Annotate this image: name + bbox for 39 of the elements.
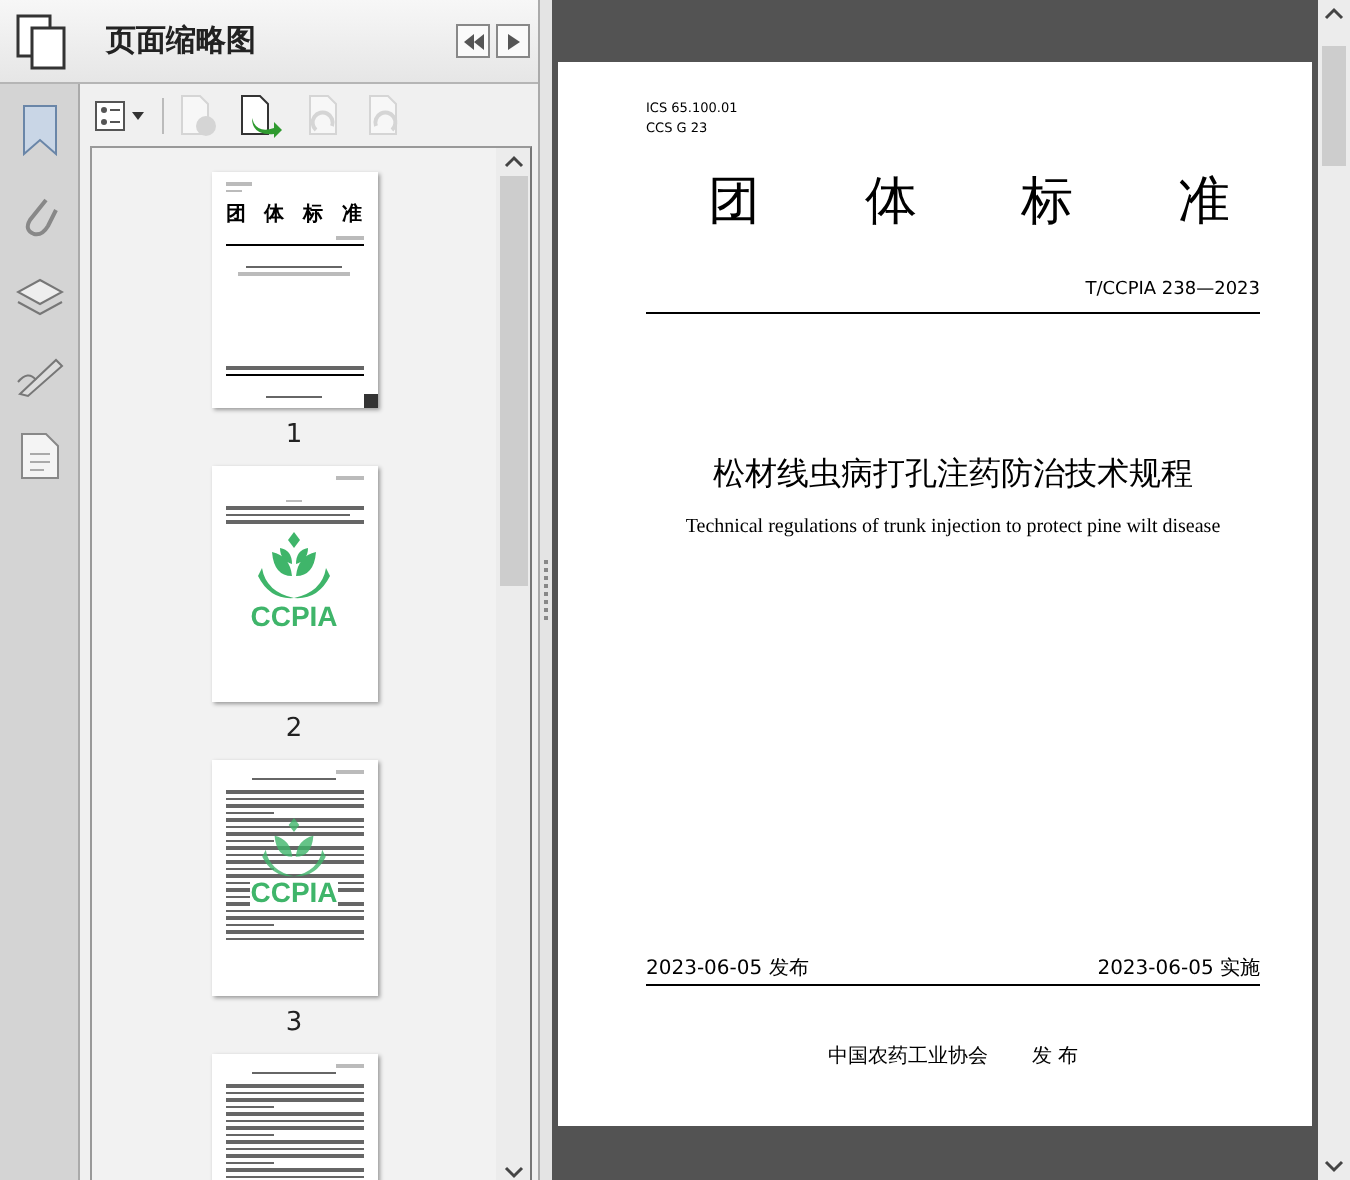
scroll-down-icon[interactable] bbox=[1324, 1158, 1344, 1174]
document-title: 松材线虫病打孔注药防治技术规程 bbox=[711, 454, 1195, 496]
page-number: 2 bbox=[285, 714, 303, 744]
document-icon[interactable] bbox=[19, 432, 59, 480]
scrollbar-thumb[interactable] bbox=[1322, 46, 1346, 166]
page-number: 3 bbox=[285, 1008, 303, 1038]
signature-icon[interactable] bbox=[15, 354, 63, 398]
scrollbar[interactable] bbox=[1318, 0, 1350, 1180]
effective-date: 2023-06-05 实施 bbox=[1097, 955, 1260, 982]
insert-button[interactable] bbox=[236, 89, 288, 141]
document-subtitle: Technical regulations of trunk injection to protect pine wilt disease bbox=[683, 516, 1223, 538]
publish-date: 2023-06-05 发布 bbox=[646, 956, 809, 982]
scroll-up-icon[interactable] bbox=[1324, 6, 1344, 22]
watermark-text: CCPIA bbox=[250, 878, 338, 908]
double-left-arrow-icon bbox=[463, 33, 484, 49]
panel-title: 页面缩略图 bbox=[106, 22, 256, 60]
publish-label: 发 布 bbox=[1031, 1044, 1079, 1070]
pages-icon[interactable] bbox=[16, 13, 68, 69]
scroll-down-icon[interactable] bbox=[503, 1164, 524, 1180]
right-arrow-icon bbox=[507, 33, 520, 49]
page-thumbnail[interactable]: CCPIA bbox=[211, 466, 377, 702]
expand-button[interactable] bbox=[496, 24, 531, 58]
splitter-handle[interactable] bbox=[538, 0, 552, 1180]
wheat-leaf-icon bbox=[254, 531, 334, 599]
collapse-button[interactable] bbox=[456, 24, 491, 58]
scrollbar-thumb[interactable] bbox=[499, 176, 528, 586]
page-thumbnail[interactable]: 团 体 标 准 bbox=[211, 172, 377, 408]
scroll-up-icon[interactable] bbox=[503, 154, 524, 170]
document-heading: 团 体 标 准 bbox=[706, 170, 1232, 236]
thumbnail-heading: 团 体 标 准 bbox=[225, 201, 363, 228]
page-thumbnail[interactable]: CCPIA bbox=[211, 760, 377, 996]
logo-text: CCPIA bbox=[250, 599, 338, 631]
resize-handle[interactable] bbox=[363, 394, 377, 408]
standard-number: T/CCPIA 238—2023 bbox=[1083, 280, 1260, 300]
bookmark-icon[interactable] bbox=[19, 104, 59, 156]
page-number: 1 bbox=[285, 420, 303, 450]
publisher-name: 中国农药工业协会 bbox=[827, 1043, 988, 1070]
scrollbar[interactable] bbox=[496, 148, 531, 1180]
layers-icon[interactable] bbox=[15, 276, 63, 320]
